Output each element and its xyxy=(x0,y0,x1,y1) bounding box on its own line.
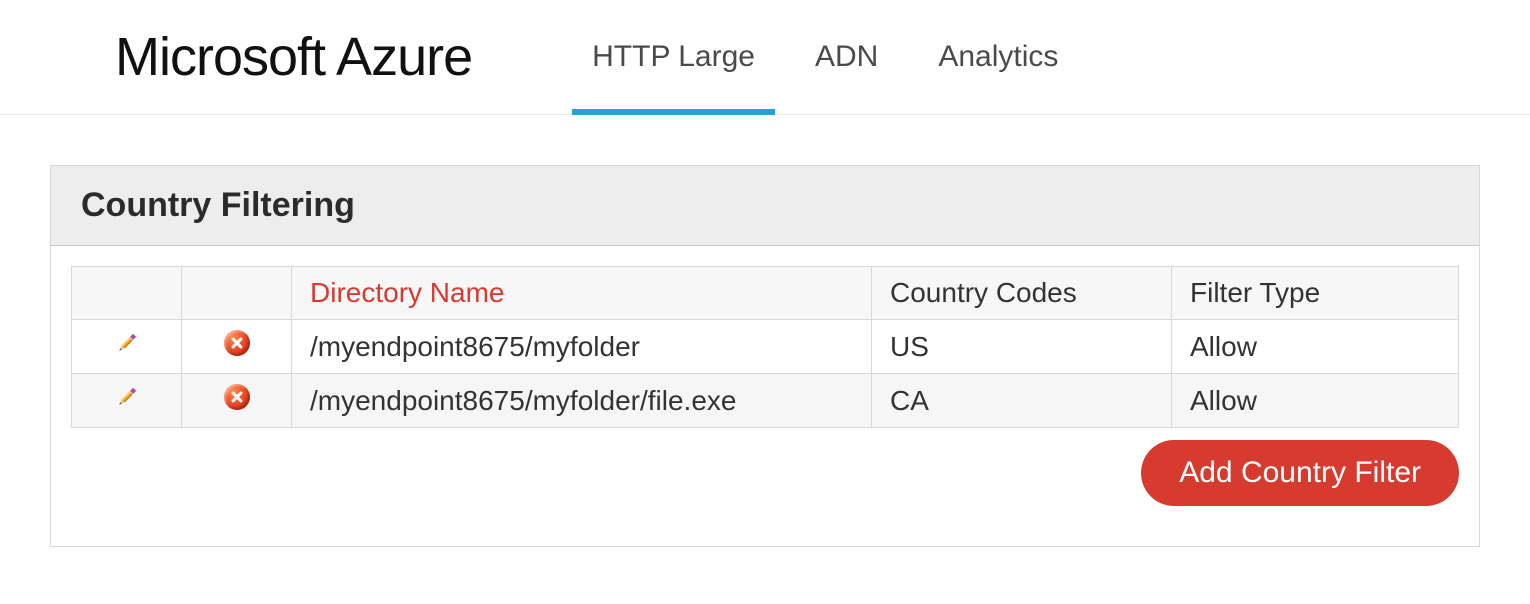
tab-http-large[interactable]: HTTP Large xyxy=(592,0,755,114)
table-row: /myendpoint8675/myfolder US Allow xyxy=(72,320,1459,374)
panel-body: Directory Name Country Codes Filter Type xyxy=(51,246,1479,546)
brand-logo: Microsoft Azure xyxy=(115,26,472,88)
app-header: Microsoft Azure HTTP Large ADN Analytics xyxy=(0,0,1530,115)
cell-edit xyxy=(72,320,182,374)
col-header-edit xyxy=(72,267,182,320)
cell-directory: /myendpoint8675/myfolder xyxy=(292,320,872,374)
cell-filter-type: Allow xyxy=(1172,374,1459,428)
delete-icon[interactable] xyxy=(224,330,250,356)
add-country-filter-button[interactable]: Add Country Filter xyxy=(1141,440,1459,506)
cell-country-codes: US xyxy=(872,320,1172,374)
top-nav-tabs: HTTP Large ADN Analytics xyxy=(552,0,1058,114)
cell-delete xyxy=(182,320,292,374)
cell-delete xyxy=(182,374,292,428)
col-header-country-codes: Country Codes xyxy=(872,267,1172,320)
table-header-row: Directory Name Country Codes Filter Type xyxy=(72,267,1459,320)
panel-title: Country Filtering xyxy=(81,186,1449,225)
cell-country-codes: CA xyxy=(872,374,1172,428)
edit-icon[interactable] xyxy=(114,384,140,410)
table-row: /myendpoint8675/myfolder/file.exe CA All… xyxy=(72,374,1459,428)
panel-header: Country Filtering xyxy=(51,166,1479,246)
cell-directory: /myendpoint8675/myfolder/file.exe xyxy=(292,374,872,428)
tab-analytics[interactable]: Analytics xyxy=(938,0,1058,114)
edit-icon[interactable] xyxy=(114,330,140,356)
cell-edit xyxy=(72,374,182,428)
col-header-directory-name[interactable]: Directory Name xyxy=(292,267,872,320)
country-filtering-panel: Country Filtering Directory Name Country… xyxy=(50,165,1480,547)
col-header-delete xyxy=(182,267,292,320)
cell-filter-type: Allow xyxy=(1172,320,1459,374)
actions-row: Add Country Filter xyxy=(71,440,1459,506)
delete-icon[interactable] xyxy=(224,384,250,410)
tab-adn[interactable]: ADN xyxy=(815,0,878,114)
country-filter-table: Directory Name Country Codes Filter Type xyxy=(71,266,1459,428)
col-header-filter-type: Filter Type xyxy=(1172,267,1459,320)
